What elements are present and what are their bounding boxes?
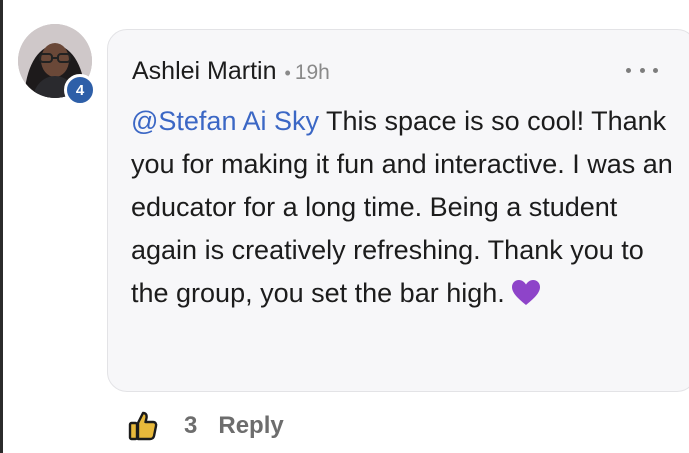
window-edge	[0, 0, 3, 453]
more-options-icon[interactable]	[626, 64, 658, 76]
like-count: 3	[184, 412, 198, 439]
comment-actions: 3 Reply	[127, 410, 284, 442]
purple-heart-icon	[511, 277, 541, 305]
level-badge: 4	[64, 74, 96, 106]
mention-link[interactable]: @Stefan Ai Sky	[131, 106, 319, 136]
more-dot	[653, 67, 658, 73]
more-dot	[626, 67, 631, 73]
thumbs-up-icon	[128, 411, 158, 441]
comment-timestamp[interactable]: 19h	[295, 61, 330, 85]
comment-header: Ashlei Martin • 19h	[132, 57, 330, 86]
reply-button[interactable]: Reply	[218, 412, 283, 440]
more-dot	[639, 67, 645, 73]
avatar-container[interactable]: 4	[18, 24, 96, 106]
comment-text: This space is so cool! Thank you for mak…	[131, 106, 673, 308]
author-name[interactable]: Ashlei Martin	[132, 57, 277, 86]
meta-separator: •	[284, 63, 291, 83]
comment-body: @Stefan Ai Sky This space is so cool! Th…	[131, 100, 676, 315]
like-button[interactable]	[127, 410, 159, 442]
